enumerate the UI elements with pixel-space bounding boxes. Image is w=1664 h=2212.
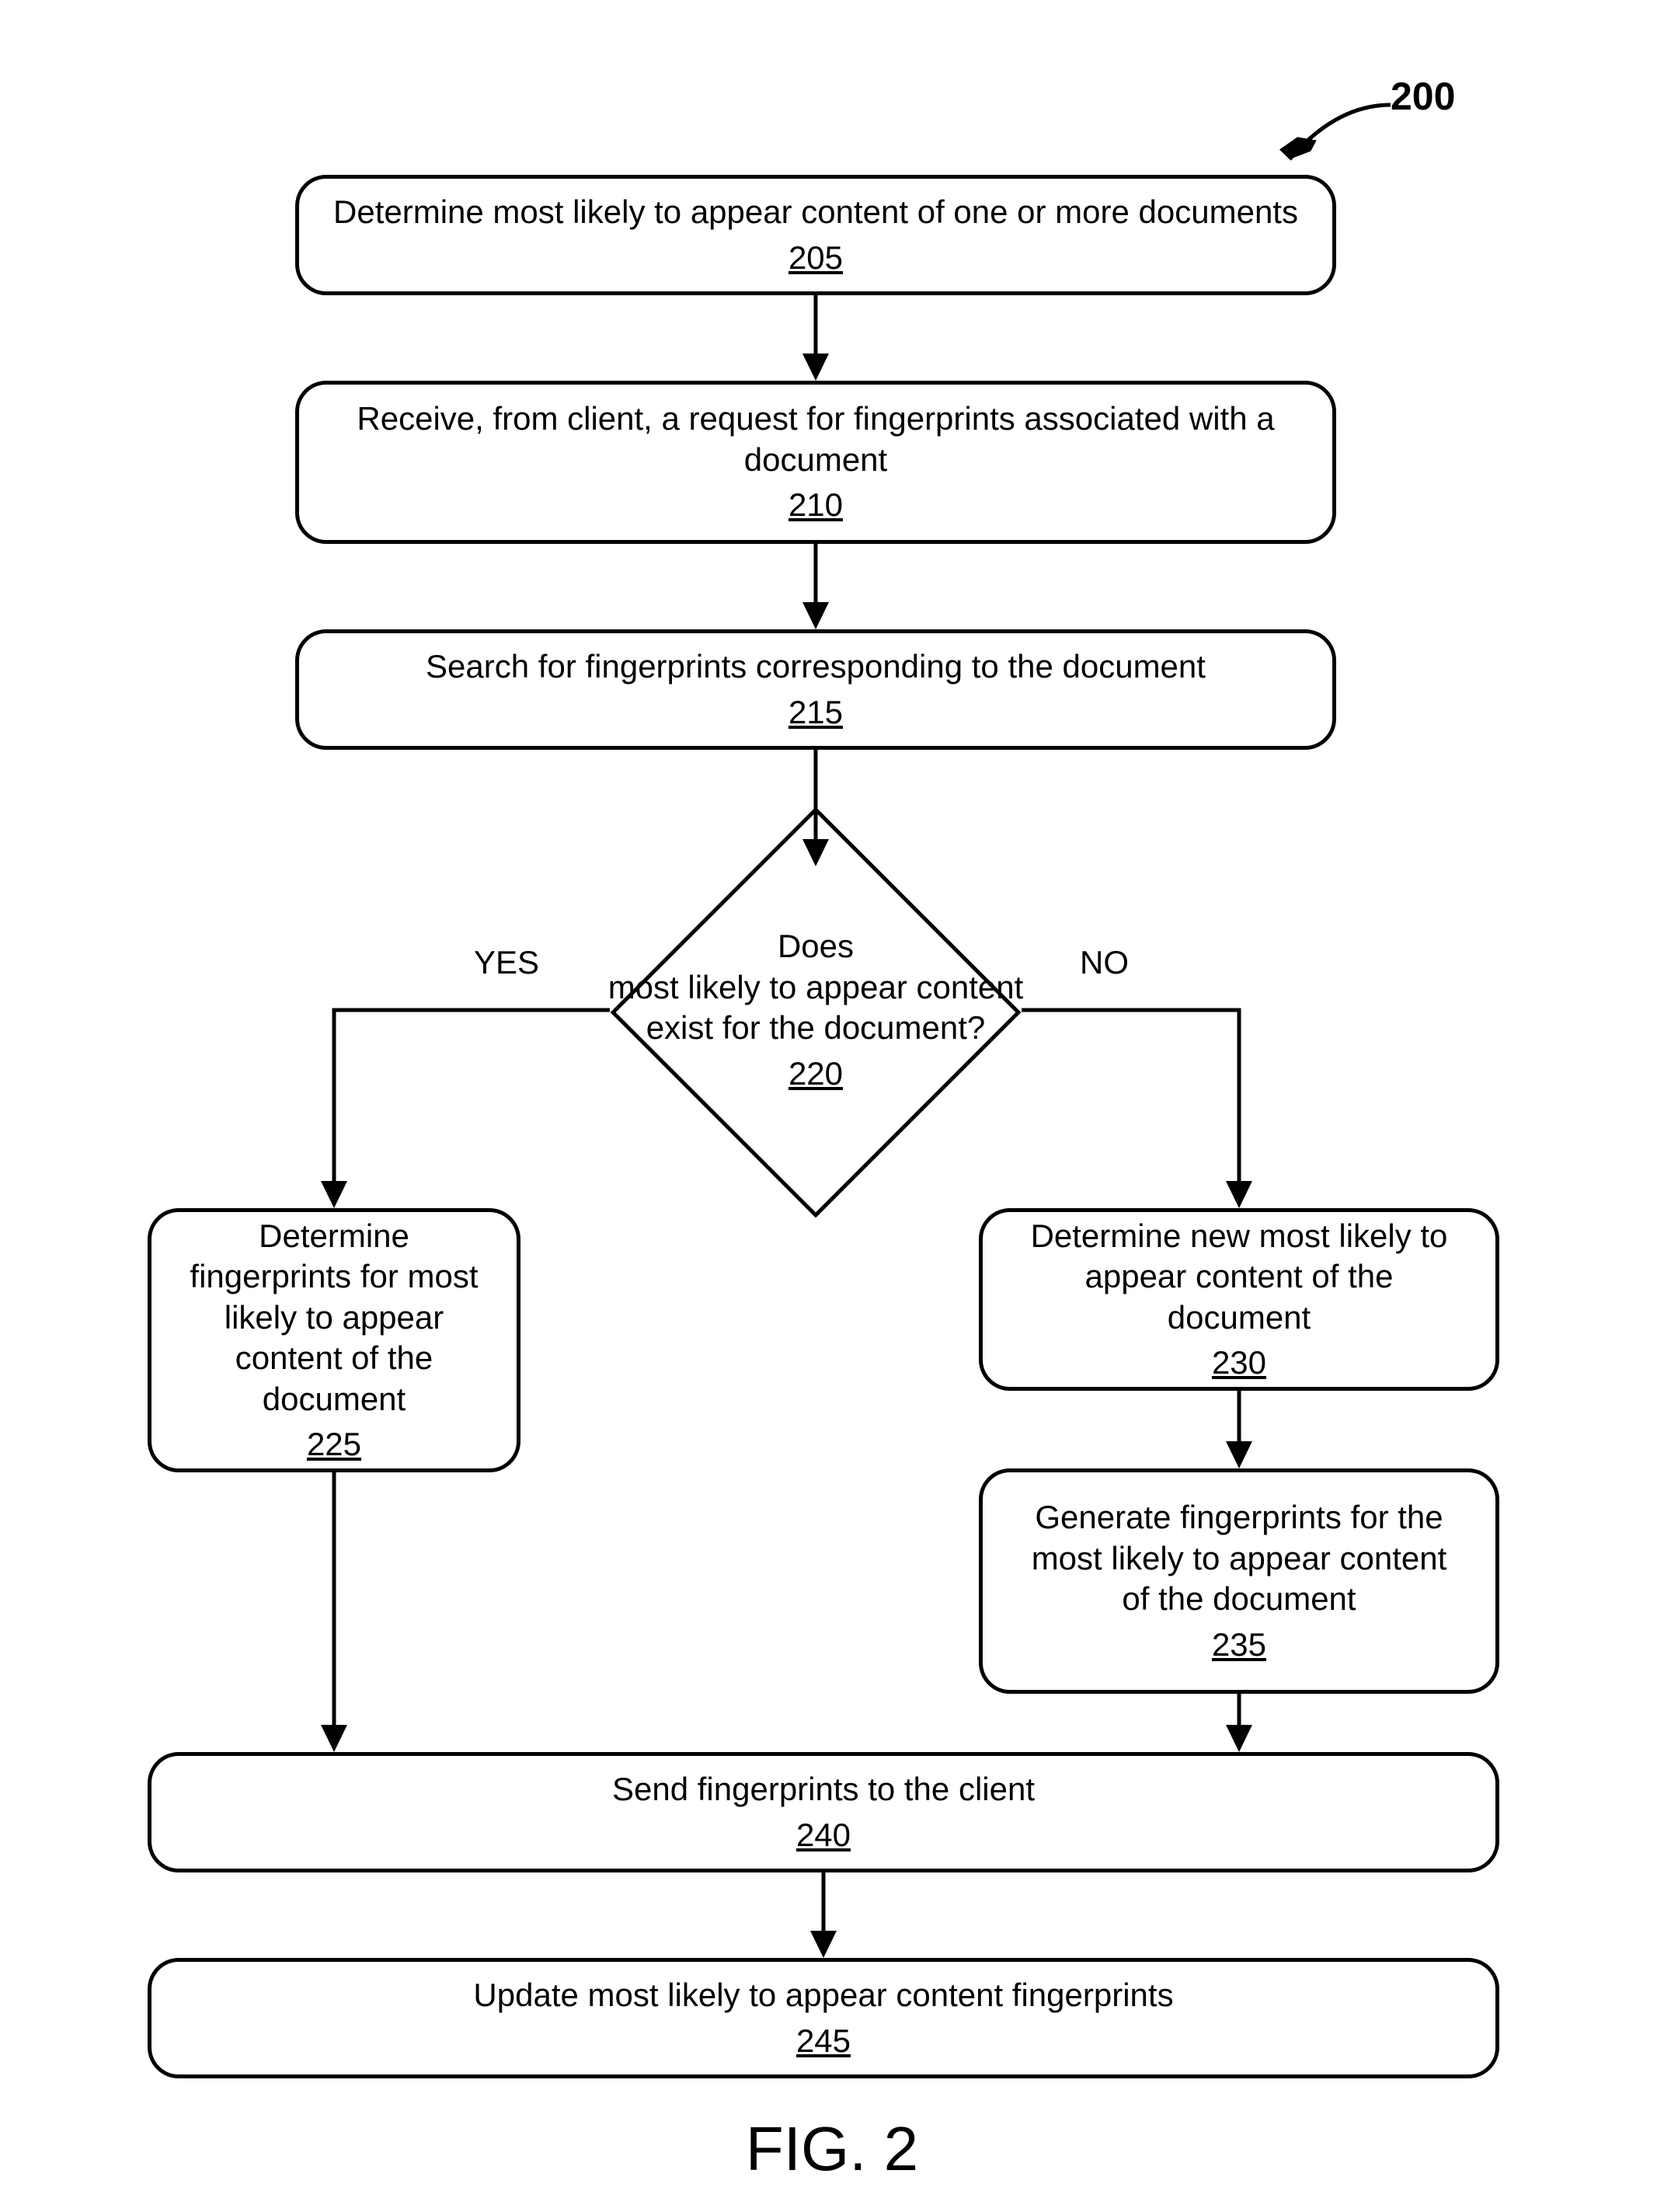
- node-230: Determine new most likely to appear cont…: [979, 1208, 1499, 1391]
- node-235: Generate fingerprints for the most likel…: [979, 1468, 1499, 1694]
- node-235-text: Generate fingerprints for the most likel…: [1014, 1497, 1464, 1620]
- figure-caption: FIG. 2: [746, 2113, 918, 2185]
- node-205-text: Determine most likely to appear content …: [333, 192, 1298, 233]
- decision-220-ref: 220: [788, 1054, 843, 1095]
- node-210-text: Receive, from client, a request for fing…: [330, 399, 1301, 480]
- node-230-text: Determine new most likely to appear cont…: [1014, 1216, 1464, 1339]
- decision-220-line2: most likely to appear content: [608, 967, 1024, 1008]
- node-210-ref: 210: [788, 485, 843, 526]
- node-205-ref: 205: [788, 238, 843, 279]
- node-230-ref: 230: [1212, 1343, 1266, 1384]
- node-225-text: Determine fingerprints for most likely t…: [183, 1216, 486, 1420]
- node-235-ref: 235: [1212, 1625, 1266, 1666]
- decision-220: Does most likely to appear content exist…: [567, 843, 1064, 1177]
- node-225-ref: 225: [307, 1424, 361, 1465]
- node-240: Send fingerprints to the client 240: [148, 1752, 1499, 1872]
- flowchart-canvas: 200 Determine most likely to appear cont…: [0, 0, 1664, 2212]
- node-245-ref: 245: [796, 2021, 851, 2062]
- node-210: Receive, from client, a request for fing…: [295, 381, 1336, 544]
- node-215-text: Search for fingerprints corresponding to…: [426, 646, 1206, 688]
- node-240-ref: 240: [796, 1815, 851, 1856]
- decision-220-line3: exist for the document?: [646, 1008, 986, 1049]
- node-245-text: Update most likely to appear content fin…: [473, 1975, 1173, 2016]
- figure-reference-number: 200: [1391, 74, 1455, 119]
- node-205: Determine most likely to appear content …: [295, 175, 1336, 295]
- node-215-ref: 215: [788, 692, 843, 733]
- edge-label-no: NO: [1080, 944, 1129, 981]
- decision-220-line1: Does: [778, 926, 854, 967]
- node-215: Search for fingerprints corresponding to…: [295, 629, 1336, 750]
- node-240-text: Send fingerprints to the client: [612, 1769, 1035, 1810]
- edge-label-yes: YES: [474, 944, 539, 981]
- node-245: Update most likely to appear content fin…: [148, 1958, 1499, 2078]
- node-225: Determine fingerprints for most likely t…: [148, 1208, 520, 1472]
